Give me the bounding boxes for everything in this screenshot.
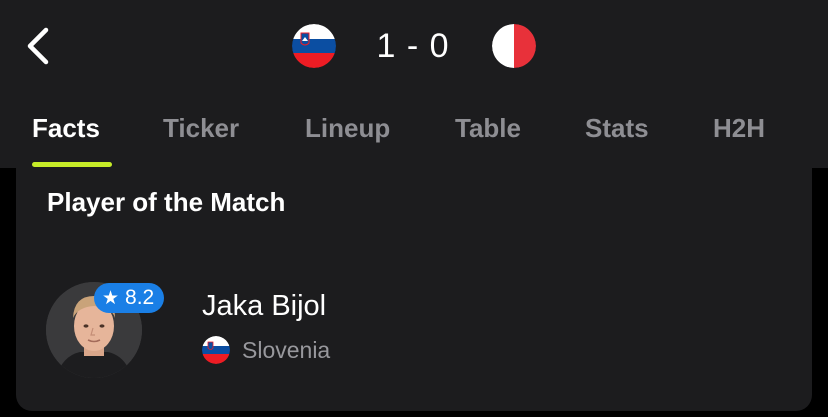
rating-value: 8.2 [125, 286, 155, 309]
player-name[interactable]: Jaka Bijol [202, 288, 326, 324]
player-of-match-card[interactable]: Player of the Match ★ 8.2 Jaka Bijol Slo… [16, 168, 812, 411]
tab-lineup[interactable]: Lineup [305, 108, 390, 148]
tab-stats[interactable]: Stats [585, 108, 649, 148]
rating-badge: ★ 8.2 [94, 283, 165, 313]
malta-flag-icon[interactable] [492, 24, 536, 68]
tab-facts[interactable]: Facts [32, 108, 100, 148]
tab-h2h[interactable]: H2H [713, 108, 765, 148]
tab-table[interactable]: Table [455, 108, 521, 148]
back-button[interactable] [20, 24, 56, 68]
tab-bar: Facts Ticker Lineup Table Stats H2H [0, 108, 828, 152]
active-tab-indicator [32, 162, 112, 167]
chevron-left-icon [27, 27, 49, 65]
match-header: 1 - 0 Facts Ticker Lineup Table Stats H2… [0, 0, 828, 168]
card-title: Player of the Match [47, 187, 286, 217]
tab-ticker[interactable]: Ticker [163, 108, 239, 148]
star-icon: ★ [102, 288, 120, 309]
slovenia-flag-icon[interactable] [292, 24, 336, 68]
slovenia-flag-icon [202, 336, 230, 364]
match-score: 1 - 0 [376, 27, 450, 65]
player-country: Slovenia [242, 337, 331, 363]
